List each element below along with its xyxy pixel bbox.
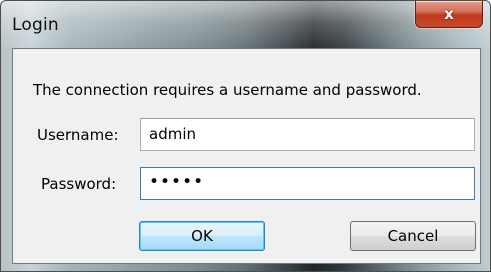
window-title: Login bbox=[12, 15, 59, 35]
ok-button[interactable]: OK bbox=[139, 221, 265, 251]
username-label: Username: bbox=[37, 126, 119, 144]
login-dialog-window: Login x The connection requires a userna… bbox=[0, 0, 491, 272]
close-icon: x bbox=[444, 5, 454, 23]
username-field[interactable]: admin bbox=[140, 118, 475, 151]
close-button[interactable]: x bbox=[415, 1, 483, 28]
prompt-message: The connection requires a username and p… bbox=[33, 81, 422, 99]
password-label: Password: bbox=[41, 175, 117, 193]
dialog-body: The connection requires a username and p… bbox=[12, 48, 481, 264]
password-field[interactable]: ••••• bbox=[140, 167, 475, 200]
title-bar[interactable]: Login x bbox=[1, 1, 490, 48]
cancel-button[interactable]: Cancel bbox=[350, 221, 476, 251]
